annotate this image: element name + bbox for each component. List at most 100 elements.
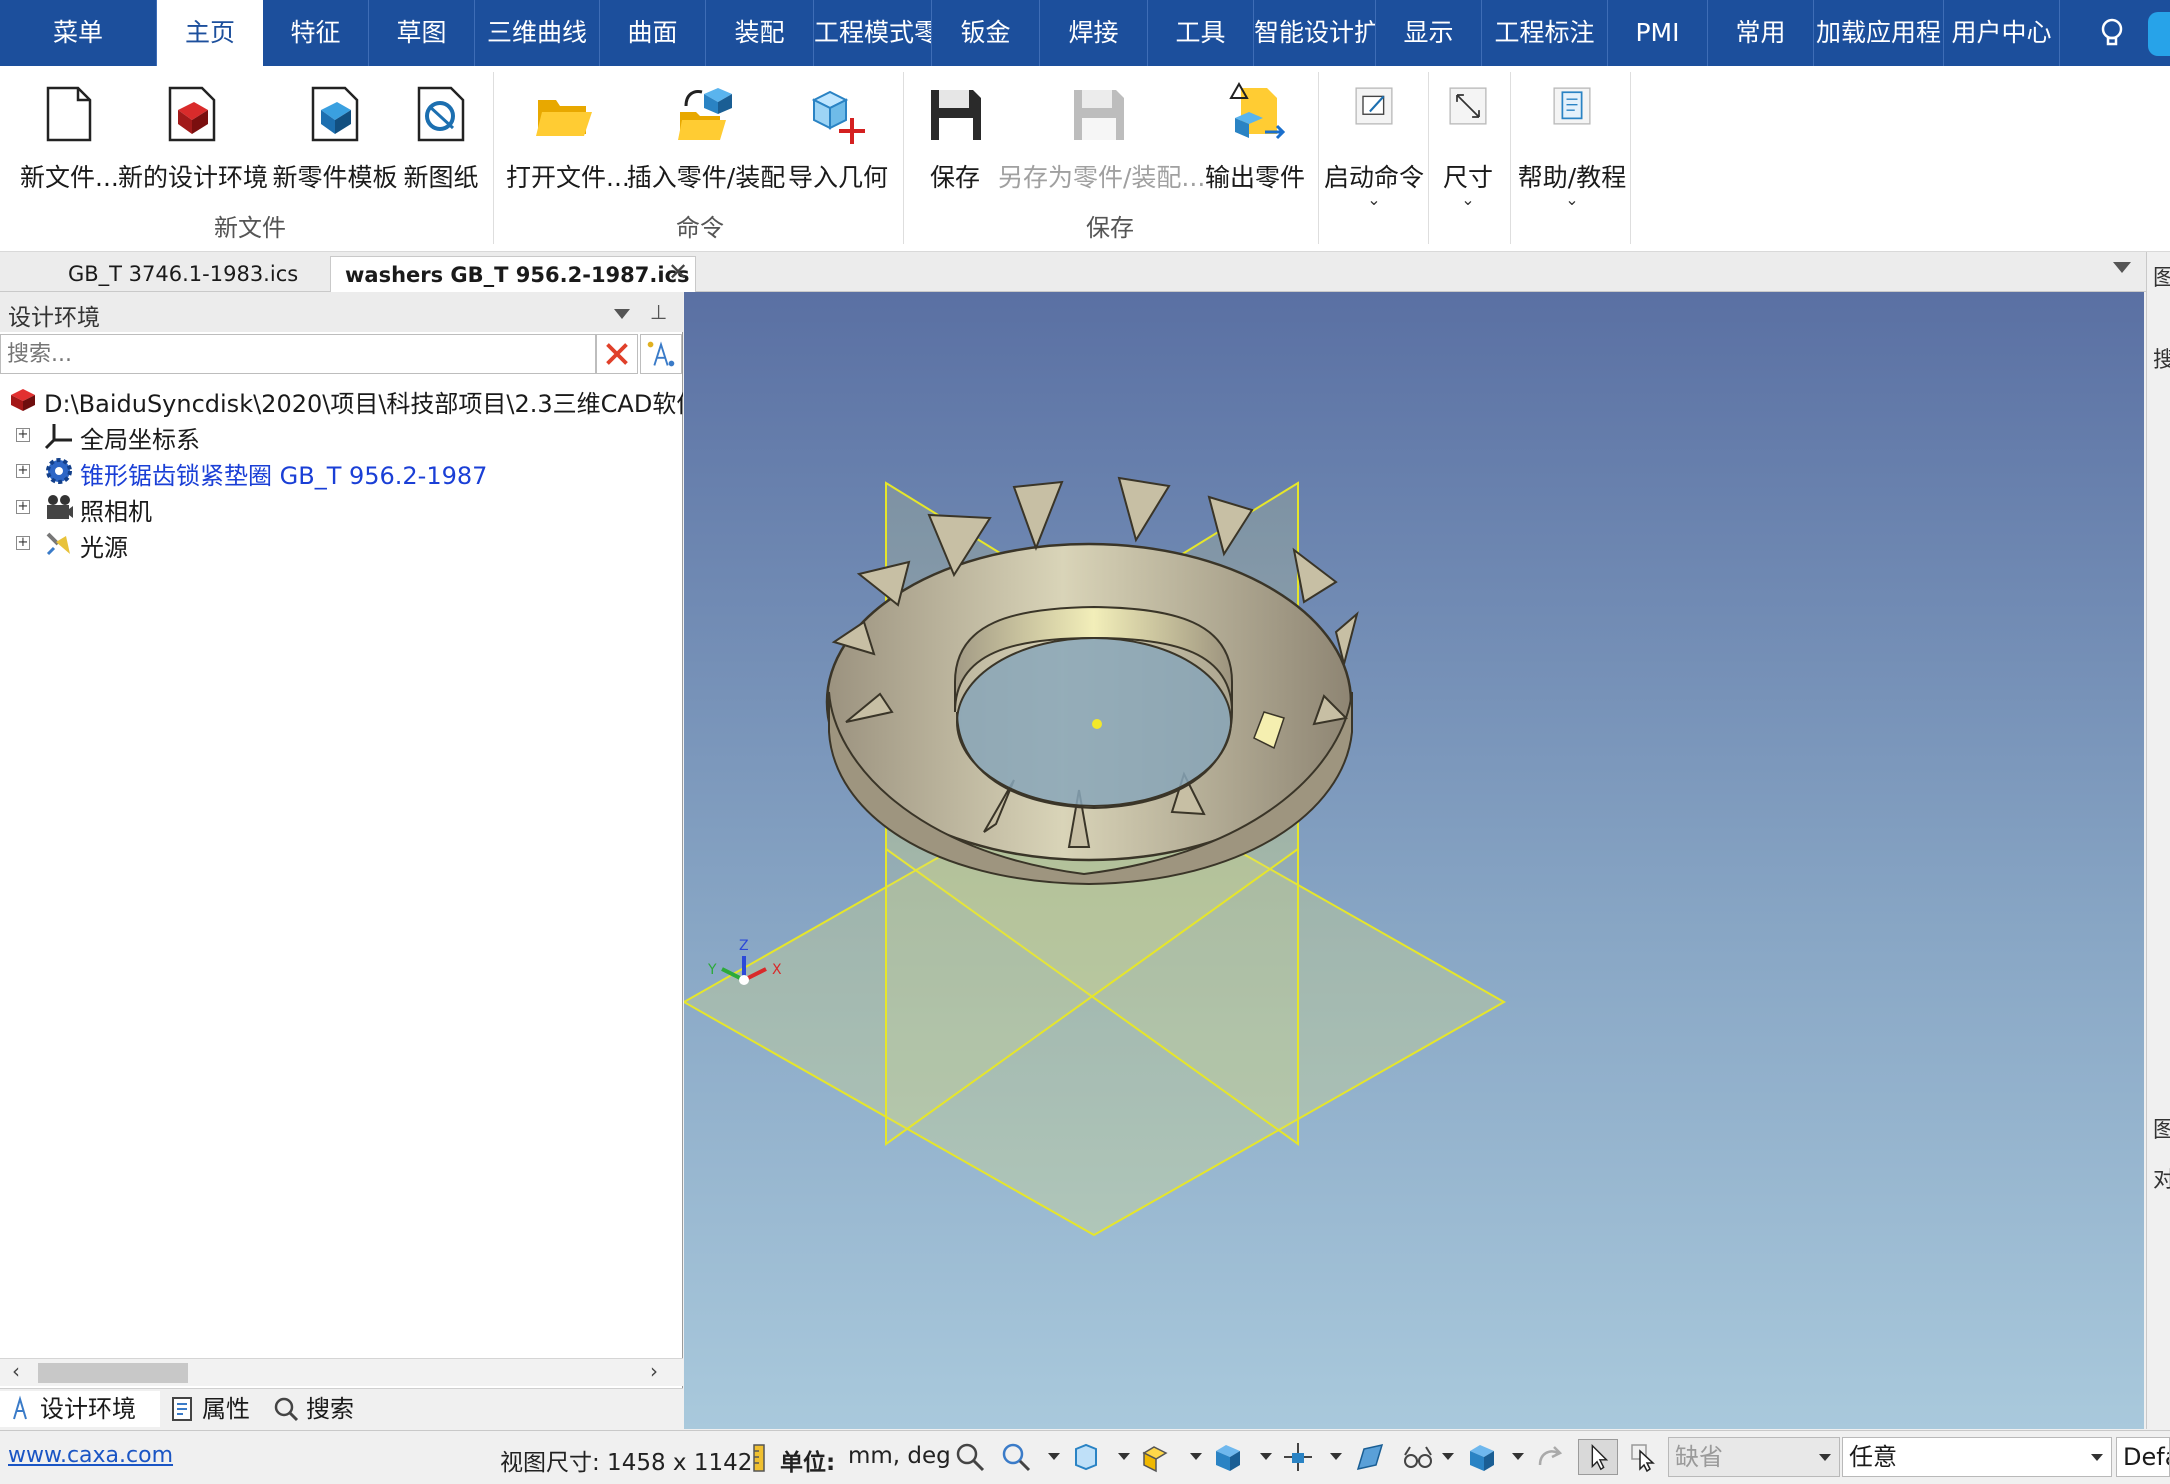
glasses-icon[interactable] bbox=[1402, 1441, 1434, 1473]
group-label-new-file: 新文件 bbox=[214, 214, 286, 242]
lightbulb-icon[interactable] bbox=[2095, 16, 2129, 50]
chevron-down-icon[interactable] bbox=[2091, 1454, 2103, 1461]
export-part-icon bbox=[1229, 82, 1286, 140]
chevron-down-icon[interactable] bbox=[1442, 1453, 1454, 1460]
axis-label-z: Z bbox=[739, 938, 749, 954]
dimension-button[interactable]: 尺寸 ⌄ bbox=[1432, 76, 1504, 209]
panel-tab-properties[interactable]: 属性 bbox=[162, 1391, 272, 1427]
user-avatar-icon[interactable] bbox=[2148, 12, 2170, 56]
panel-tab-label: 属性 bbox=[202, 1395, 250, 1423]
menu-tab-smart-design[interactable]: 智能设计扩 bbox=[1254, 0, 1376, 66]
pin-icon[interactable]: ⊥ bbox=[650, 300, 667, 324]
menu-tab-3d-curve[interactable]: 三维曲线 bbox=[475, 0, 600, 66]
import-geometry-button[interactable]: 导入几何 bbox=[788, 76, 888, 206]
new-design-env-button[interactable]: 新的设计环境 bbox=[118, 76, 268, 206]
insert-part-button[interactable]: 插入零件/装配 bbox=[626, 76, 786, 206]
filter-combo-last-value: Defau bbox=[2123, 1443, 2169, 1471]
menu-tab-common[interactable]: 常用 bbox=[1708, 0, 1814, 66]
panel-tab-search[interactable]: 搜索 bbox=[266, 1391, 376, 1427]
tree-horizontal-scrollbar[interactable]: ‹ › bbox=[0, 1358, 683, 1386]
close-tab-icon[interactable]: ✕ bbox=[668, 258, 688, 286]
new-part-template-button[interactable]: 新零件模板 bbox=[272, 76, 398, 206]
menu-tab-sketch[interactable]: 草图 bbox=[369, 0, 475, 66]
scroll-left-icon[interactable]: ‹ bbox=[12, 1359, 20, 1383]
menu-tab-tools[interactable]: 工具 bbox=[1148, 0, 1254, 66]
help-tutorial-button[interactable]: 帮助/教程 ⌄ bbox=[1514, 76, 1630, 209]
menu-tab-display[interactable]: 显示 bbox=[1376, 0, 1482, 66]
chevron-down-icon[interactable] bbox=[1260, 1453, 1272, 1460]
tree-search-input[interactable] bbox=[0, 334, 596, 374]
start-command-label: 启动命令 bbox=[1323, 163, 1424, 192]
menu-tab-user-center[interactable]: 用户中心 bbox=[1944, 0, 2060, 66]
chevron-down-icon[interactable] bbox=[1512, 1453, 1524, 1460]
tree-item-washer-part[interactable]: + 锥形锯齿锁紧垫圈 GB_T 956.2-1987 bbox=[0, 452, 683, 490]
chevron-down-icon[interactable] bbox=[1048, 1453, 1060, 1460]
website-link[interactable]: www.caxa.com bbox=[8, 1443, 173, 1468]
chevron-down-icon: ⌄ bbox=[1367, 190, 1381, 209]
camera-move-icon[interactable] bbox=[1282, 1441, 1314, 1473]
save-as-button: 另存为零件/装配... bbox=[998, 76, 1205, 206]
ribbon-separator bbox=[1630, 72, 1631, 244]
menu-tab-engineering-mode[interactable]: 工程模式零 bbox=[814, 0, 932, 66]
chevron-down-icon[interactable] bbox=[1118, 1453, 1130, 1460]
menu-tab-assembly[interactable]: 装配 bbox=[706, 0, 814, 66]
select-pointer-icon[interactable] bbox=[1578, 1439, 1618, 1475]
panel-tab-label: 搜索 bbox=[306, 1395, 354, 1423]
tree-item-camera[interactable]: + 照相机 bbox=[0, 488, 683, 526]
expand-icon[interactable]: + bbox=[16, 500, 30, 514]
expand-icon[interactable]: + bbox=[16, 428, 30, 442]
open-file-button[interactable]: 打开文件... bbox=[506, 76, 630, 206]
tree-item-light-source[interactable]: + 光源 bbox=[0, 524, 683, 562]
new-drawing-button[interactable]: 新图纸 bbox=[400, 76, 482, 206]
clear-search-icon[interactable] bbox=[596, 334, 638, 374]
zoom-fit-icon[interactable] bbox=[954, 1441, 986, 1473]
new-design-env-icon bbox=[168, 86, 216, 142]
tree-root[interactable]: D:\BaiduSyncdisk\2020\项目\科技部项目\2.3三维CAD软… bbox=[0, 380, 683, 418]
3d-viewport[interactable]: Z X Y bbox=[684, 292, 2144, 1429]
new-file-button[interactable]: 新文件... bbox=[20, 76, 119, 206]
tree-item-label: 全局坐标系 bbox=[80, 426, 200, 454]
menu-bar: 菜单 主页 特征 草图 三维曲线 曲面 装配 工程模式零 钣金 焊接 工具 智能… bbox=[0, 0, 2170, 66]
scrollbar-thumb[interactable] bbox=[38, 1363, 188, 1383]
pick-filter-icon[interactable] bbox=[1628, 1441, 1660, 1473]
expand-icon[interactable]: + bbox=[16, 536, 30, 550]
filter-combo-default-value: 缺省 bbox=[1675, 1443, 1723, 1471]
unit-value[interactable]: mm, deg bbox=[848, 1443, 951, 1469]
panel-title-bar: 设计环境 ⊥ bbox=[0, 292, 683, 332]
cube-view-icon[interactable] bbox=[1212, 1441, 1244, 1473]
chevron-down-icon[interactable] bbox=[1190, 1453, 1202, 1460]
display-cube-icon[interactable] bbox=[1466, 1441, 1498, 1473]
chevron-down-icon[interactable] bbox=[1330, 1453, 1342, 1460]
menu-tab-welding[interactable]: 焊接 bbox=[1040, 0, 1148, 66]
panel-tab-design-env[interactable]: 设计环境 bbox=[0, 1391, 160, 1427]
panel-menu-dropdown-icon[interactable] bbox=[614, 309, 630, 319]
scroll-right-icon[interactable]: › bbox=[650, 1359, 658, 1383]
menu-tab-features[interactable]: 特征 bbox=[263, 0, 369, 66]
menu-tab-annotation[interactable]: 工程标注 bbox=[1482, 0, 1608, 66]
render-mode-icon[interactable] bbox=[1140, 1441, 1172, 1473]
view-orientation-icon[interactable] bbox=[1070, 1441, 1102, 1473]
menu-tab-sheet-metal[interactable]: 钣金 bbox=[932, 0, 1040, 66]
menu-tab-load-app[interactable]: 加载应用程 bbox=[1814, 0, 1944, 66]
doc-tab-gb-t-3746[interactable]: GB_T 3746.1-1983.ics bbox=[54, 256, 312, 292]
filter-combo-any[interactable]: 任意 bbox=[1842, 1437, 2112, 1477]
export-part-button[interactable]: 输出零件 bbox=[1202, 76, 1308, 206]
dimension-label: 尺寸 bbox=[1442, 163, 1493, 192]
right-side-panel[interactable]: 图 搜 图 对 bbox=[2146, 252, 2170, 1429]
doc-tab-washers[interactable]: washers GB_T 956.2-1987.ics bbox=[330, 256, 696, 292]
menu-tab-home[interactable]: 主页 bbox=[157, 0, 263, 66]
zoom-icon[interactable] bbox=[1000, 1441, 1032, 1473]
tab-list-dropdown-icon[interactable] bbox=[2113, 262, 2131, 273]
filter-combo-last[interactable]: Defau bbox=[2116, 1437, 2170, 1477]
start-command-button[interactable]: 启动命令 ⌄ bbox=[1322, 76, 1426, 209]
tree-item-global-coordinates[interactable]: + 全局坐标系 bbox=[0, 416, 683, 454]
expand-icon[interactable]: + bbox=[16, 464, 30, 478]
menu-tab-menu[interactable]: 菜单 bbox=[0, 0, 157, 66]
section-plane-icon[interactable] bbox=[1354, 1441, 1386, 1473]
search-filter-icon[interactable] bbox=[640, 334, 682, 374]
menu-tab-surface[interactable]: 曲面 bbox=[600, 0, 706, 66]
menu-tab-pmi[interactable]: PMI bbox=[1608, 0, 1708, 66]
save-button[interactable]: 保存 bbox=[920, 76, 990, 206]
light-source-icon bbox=[46, 532, 70, 556]
dimension-icon bbox=[1449, 87, 1487, 125]
